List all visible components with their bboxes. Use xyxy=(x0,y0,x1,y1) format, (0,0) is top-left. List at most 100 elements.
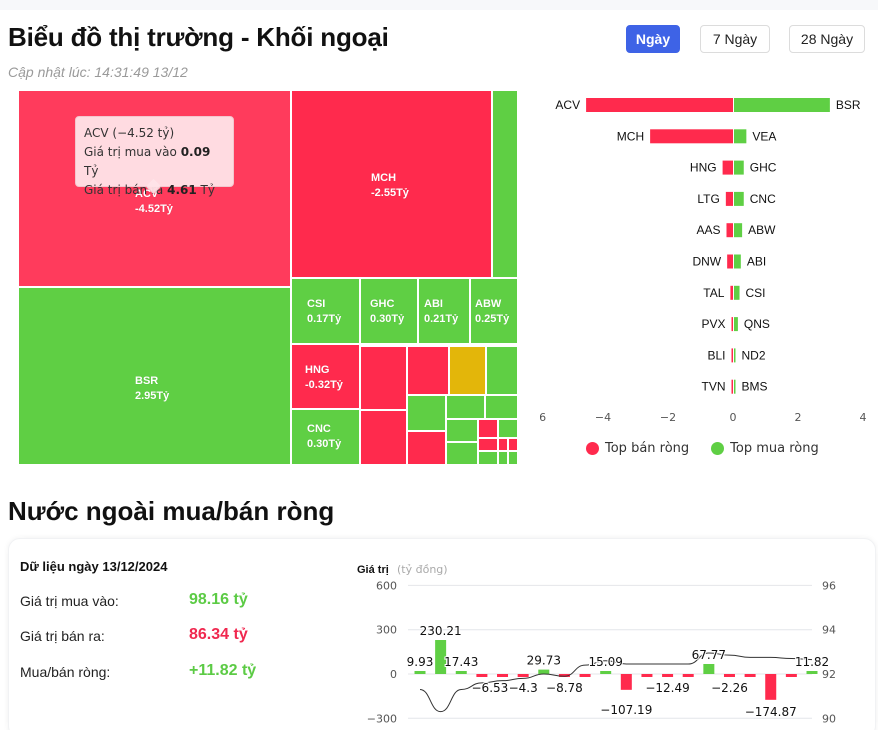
range-button-day[interactable]: Ngày xyxy=(626,25,680,53)
treemap-cell-ghc[interactable]: GHC 0.30Tỷ xyxy=(360,278,418,344)
sell-bar xyxy=(726,223,733,238)
buy-value: 98.16 tỷ xyxy=(189,591,248,608)
value-bar xyxy=(497,674,509,677)
treemap-cell-small[interactable] xyxy=(446,442,478,465)
treemap-cell-small[interactable] xyxy=(498,451,508,465)
treemap-ticker: CSI xyxy=(307,298,326,310)
treemap-cell-small[interactable] xyxy=(485,395,518,419)
sell-ticker-label: DNW xyxy=(692,255,721,269)
data-date-label: Dữ liệu ngày 13/12/2024 xyxy=(20,559,168,574)
treemap-cell-abi[interactable]: ABI 0.21Tỷ xyxy=(418,278,470,344)
treemap-cell-cnc[interactable]: CNC 0.30Tỷ xyxy=(291,409,360,465)
treemap-cell-dnw[interactable] xyxy=(407,346,449,395)
data-label: 29.73 xyxy=(527,654,561,668)
treemap-value: 0.30Tỷ xyxy=(307,438,342,450)
treemap-cell-ltg[interactable] xyxy=(360,346,407,410)
net-value: +11.82 tỷ xyxy=(189,662,257,679)
treemap-cell-unchanged[interactable] xyxy=(449,346,486,395)
sell-ticker-label: AAS xyxy=(696,223,720,237)
data-label: 9.93 xyxy=(407,655,434,669)
x-tick-label: 4 xyxy=(860,411,867,424)
value-bar xyxy=(744,674,756,677)
x-tick-label: −2 xyxy=(660,411,676,424)
data-label: 11.82 xyxy=(795,655,829,669)
treemap-cell-vea[interactable] xyxy=(492,90,518,278)
y2-tick-label: 92 xyxy=(822,668,836,681)
treemap-cell-small[interactable] xyxy=(498,419,518,438)
treemap-value: 0.21Tỷ xyxy=(424,313,459,325)
data-label: 230.21 xyxy=(420,624,462,638)
tooltip-sell-row: Giá trị bán ra 4.61 Tỷ xyxy=(84,183,215,197)
sell-ticker-label: MCH xyxy=(617,129,644,143)
legend-item-buy[interactable]: Top mua ròng xyxy=(711,441,819,456)
data-label: −4.3 xyxy=(509,681,538,695)
value-bar xyxy=(579,674,591,677)
treemap-cell-small[interactable] xyxy=(478,438,498,451)
legend-item-sell[interactable]: Top bán ròng xyxy=(586,441,689,456)
treemap-ticker: CNC xyxy=(307,423,331,435)
tooltip-buy-row: Giá trị mua vào 0.09 Tỷ xyxy=(84,145,211,178)
treemap-ticker: ABI xyxy=(424,298,443,310)
treemap-cell-bsr[interactable]: BSR 2.95Tỷ xyxy=(18,287,291,465)
treemap-ticker: GHC xyxy=(370,298,395,310)
sell-ticker-label: LTG xyxy=(697,192,719,206)
buy-bar xyxy=(734,317,738,332)
value-bar xyxy=(662,674,674,677)
data-label: −6.53 xyxy=(472,681,509,695)
top-net-trade-chart: ACV BSR MCH VEA HNG GHC LTG CNC AAS ABW DNW ABI TAL C… xyxy=(540,85,878,465)
top-net-trade-svg: ACV BSR MCH VEA HNG GHC LTG CNC AAS ABW DNW ABI TAL C… xyxy=(540,98,867,424)
treemap-cell-tal[interactable] xyxy=(407,431,446,465)
treemap-cell-small[interactable] xyxy=(478,419,498,438)
net-value-label: Mua/bán ròng: xyxy=(20,664,111,680)
chart-title: Giá trị xyxy=(357,564,389,576)
value-bar xyxy=(723,674,735,677)
treemap-cell-small[interactable] xyxy=(508,438,518,451)
sell-bar xyxy=(586,98,733,112)
value-bar xyxy=(806,671,818,674)
treemap-cell-mch[interactable]: MCH -2.55Tỷ xyxy=(291,90,492,278)
y2-tick-label: 94 xyxy=(822,624,836,637)
treemap-cell-small[interactable] xyxy=(478,451,498,465)
buy-bar xyxy=(734,160,744,175)
y2-tick-label: 96 xyxy=(822,579,836,592)
treemap-cell-hng[interactable]: HNG -0.32Tỷ xyxy=(291,344,360,409)
value-bar xyxy=(785,674,797,677)
treemap-cell-csi[interactable]: CSI 0.17Tỷ xyxy=(291,278,360,344)
legend-label: Top mua ròng xyxy=(730,441,819,456)
treemap-cell-abw[interactable]: ABW 0.25Tỷ xyxy=(470,278,518,344)
net-trade-history-chart: Giá trị (tỷ đồng) 600 96 300 94 0 92 −300 90 9.93 2… xyxy=(350,555,878,730)
sell-bar xyxy=(650,129,733,144)
value-bar xyxy=(538,669,550,674)
sell-value-label: Giá trị bán ra: xyxy=(20,628,105,644)
treemap-value: 0.17Tỷ xyxy=(307,313,342,325)
buy-bar xyxy=(734,129,747,144)
data-label: −8.78 xyxy=(546,681,583,695)
treemap-cell-small[interactable] xyxy=(407,395,446,431)
buy-ticker-label: ABI xyxy=(747,255,766,269)
treemap-value: 0.25Tỷ xyxy=(475,313,510,325)
value-bar xyxy=(517,674,529,677)
tooltip-title: ACV (−4.52 tỷ) xyxy=(84,126,175,140)
treemap-ticker: BSR xyxy=(135,375,159,387)
legend-dot-sell-icon xyxy=(586,442,599,455)
treemap-value: -0.32Tỷ xyxy=(305,379,343,391)
buy-ticker-label: CSI xyxy=(746,286,766,300)
range-button-7-days[interactable]: 7 Ngày xyxy=(700,25,770,53)
sell-bar xyxy=(722,160,733,175)
value-bar xyxy=(703,663,715,674)
treemap-cell-small[interactable] xyxy=(498,438,508,451)
treemap-cell-aas[interactable] xyxy=(360,410,407,465)
range-button-28-days[interactable]: 28 Ngày xyxy=(789,25,865,53)
value-bar xyxy=(455,671,467,674)
treemap-cell-small[interactable] xyxy=(508,451,518,465)
data-label: −107.19 xyxy=(600,703,652,717)
treemap-value: 2.95Tỷ xyxy=(135,390,170,402)
treemap-cell-small[interactable] xyxy=(446,395,485,419)
buy-ticker-label: ABW xyxy=(748,223,776,237)
treemap-cell-small[interactable] xyxy=(446,419,478,442)
sell-bar xyxy=(731,379,733,394)
treemap-cell-small[interactable] xyxy=(486,346,518,395)
sell-bar xyxy=(731,348,733,363)
buy-bar xyxy=(734,348,736,363)
treemap-ticker: ABW xyxy=(475,298,502,310)
